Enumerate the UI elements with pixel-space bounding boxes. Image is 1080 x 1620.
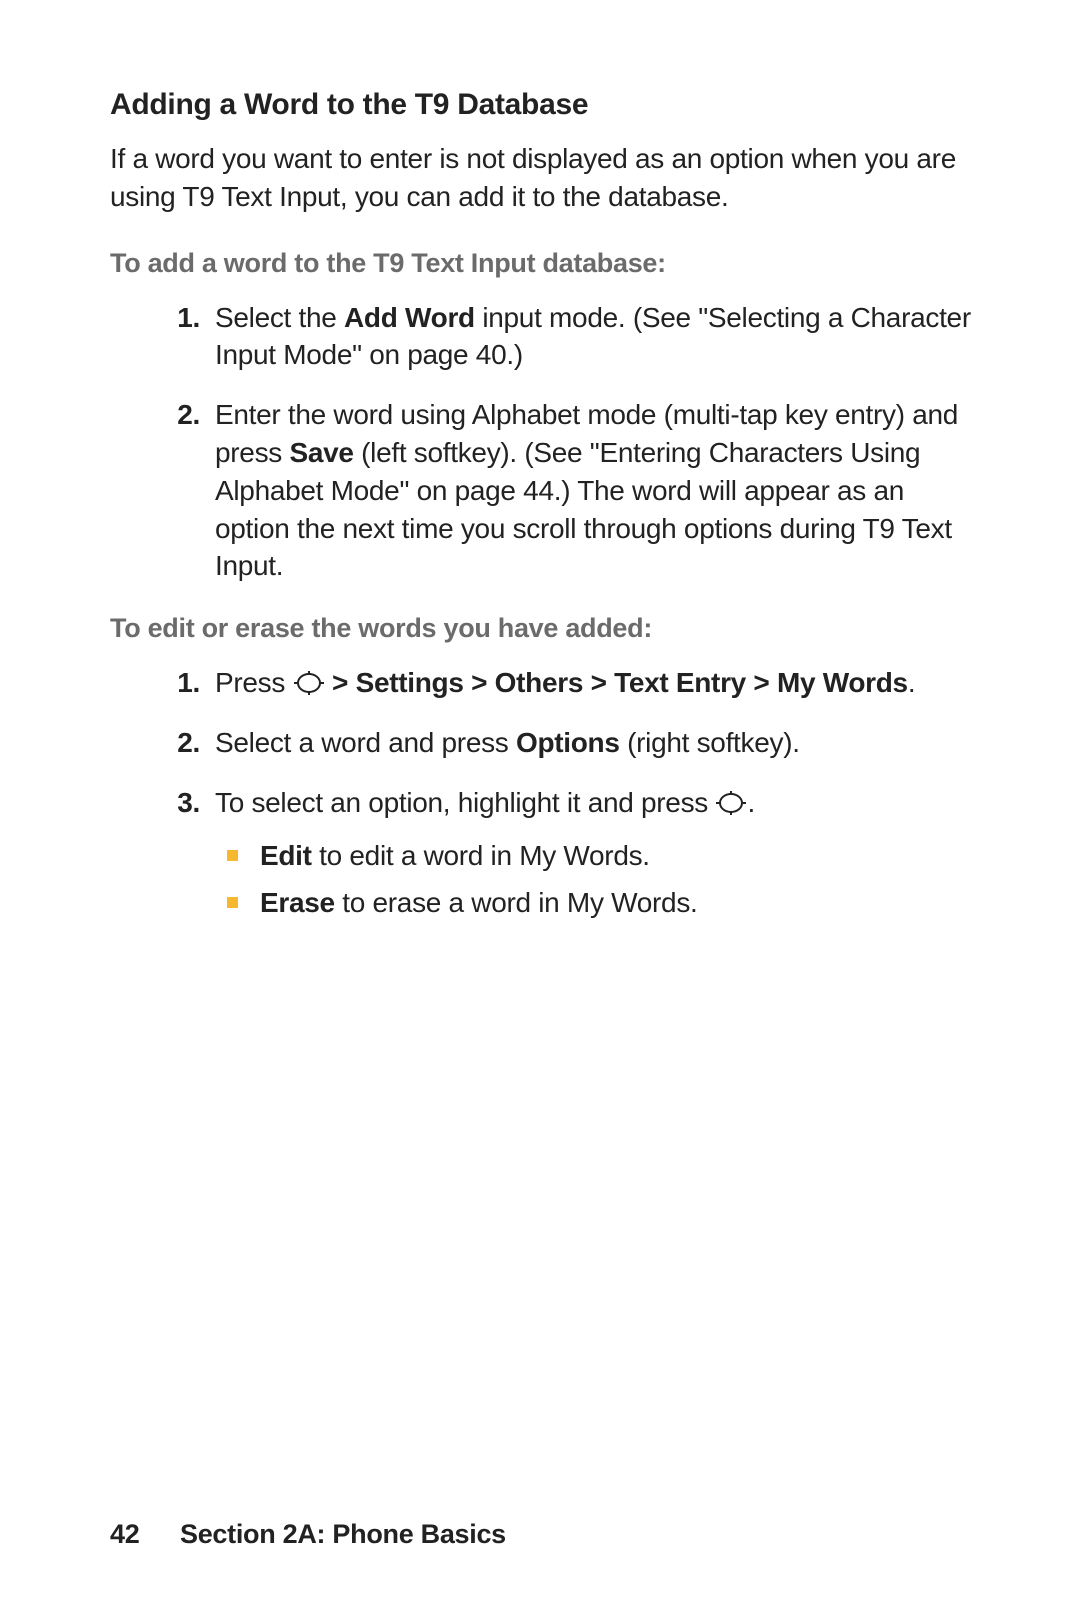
step-bold: Add Word bbox=[344, 302, 475, 333]
step-bold: Save bbox=[289, 437, 353, 468]
subhead-edit-erase: To edit or erase the words you have adde… bbox=[110, 613, 980, 644]
sub-options: Edit to edit a word in My Words. Erase t… bbox=[215, 836, 980, 922]
sub-bold: Edit bbox=[260, 840, 312, 871]
step-bold: > Settings > Others > Text Entry > My Wo… bbox=[325, 667, 908, 698]
sub-text: to edit a word in My Words. bbox=[312, 840, 650, 871]
step-number: 1. bbox=[150, 299, 200, 337]
page-title: Adding a Word to the T9 Database bbox=[110, 88, 980, 122]
step-2: 2. Select a word and press Options (righ… bbox=[110, 724, 980, 762]
section-label: Section 2A: Phone Basics bbox=[180, 1519, 506, 1549]
add-word-steps: 1. Select the Add Word input mode. (See … bbox=[110, 299, 980, 586]
page-number: 42 bbox=[110, 1519, 180, 1550]
step-1: 1. Press > Settings > Others > Text Entr… bbox=[110, 664, 980, 702]
edit-erase-steps: 1. Press > Settings > Others > Text Entr… bbox=[110, 664, 980, 922]
sub-text: to erase a word in My Words. bbox=[335, 887, 698, 918]
step-text: . bbox=[747, 787, 754, 818]
step-bold: Options bbox=[516, 727, 620, 758]
sub-option-edit: Edit to edit a word in My Words. bbox=[215, 836, 980, 875]
step-text: Select a word and press bbox=[215, 727, 516, 758]
step-text: To select an option, highlight it and pr… bbox=[215, 787, 715, 818]
step-1: 1. Select the Add Word input mode. (See … bbox=[110, 299, 980, 375]
step-number: 2. bbox=[150, 724, 200, 762]
intro-paragraph: If a word you want to enter is not displ… bbox=[110, 140, 980, 216]
step-number: 2. bbox=[150, 396, 200, 434]
page-footer: 42Section 2A: Phone Basics bbox=[110, 1519, 506, 1550]
manual-page: Adding a Word to the T9 Database If a wo… bbox=[0, 0, 1080, 1620]
sub-option-erase: Erase to erase a word in My Words. bbox=[215, 883, 980, 922]
sub-bold: Erase bbox=[260, 887, 335, 918]
step-text: Select the bbox=[215, 302, 344, 333]
step-number: 1. bbox=[150, 664, 200, 702]
nav-key-icon bbox=[716, 791, 746, 815]
nav-key-icon bbox=[294, 671, 324, 695]
step-text: . bbox=[908, 667, 915, 698]
step-3: 3. To select an option, highlight it and… bbox=[110, 784, 980, 922]
step-text: (right softkey). bbox=[620, 727, 800, 758]
subhead-add-word: To add a word to the T9 Text Input datab… bbox=[110, 248, 980, 279]
step-2: 2. Enter the word using Alphabet mode (m… bbox=[110, 396, 980, 585]
step-text: Press bbox=[215, 667, 293, 698]
step-number: 3. bbox=[150, 784, 200, 822]
